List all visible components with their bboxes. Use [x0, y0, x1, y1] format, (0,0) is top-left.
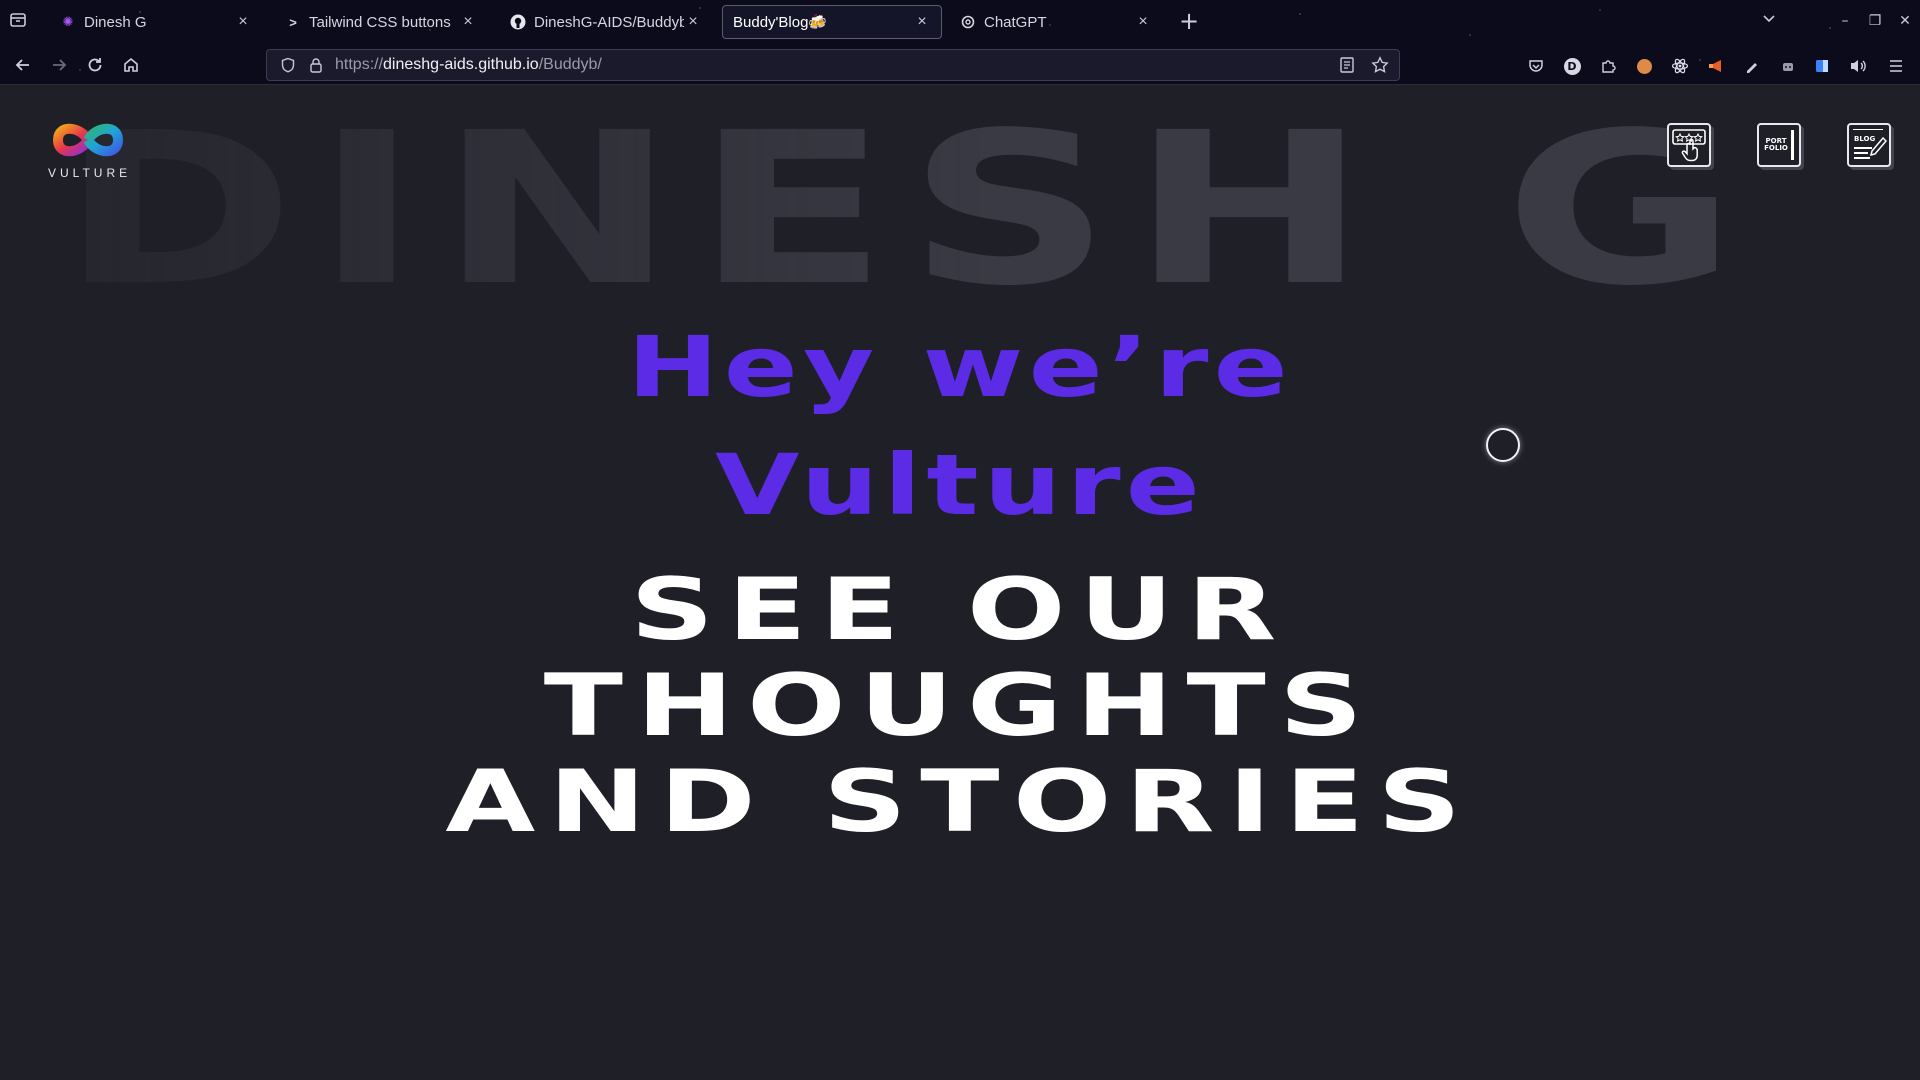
url-actions: [1339, 56, 1389, 74]
github-icon: [510, 14, 526, 30]
portfolio-icon-label: PORT FOLIO: [1764, 136, 1788, 152]
headline-line-3: AND STORIES: [445, 752, 1475, 852]
tab-title: ChatGPT: [984, 13, 1047, 31]
url-scheme: https://: [335, 56, 384, 73]
megaphone-extension-icon[interactable]: [1706, 56, 1726, 76]
close-icon[interactable]: ×: [1134, 13, 1152, 31]
site-logo[interactable]: VULTURE: [48, 118, 128, 180]
tab-title: Tailwind CSS buttons: [309, 13, 451, 31]
logo-text: VULTURE: [48, 166, 132, 180]
hero-brand-name: Vulture: [714, 436, 1206, 534]
close-icon[interactable]: ×: [459, 13, 477, 31]
forward-button[interactable]: [47, 53, 71, 77]
arrow-left-icon: [15, 59, 29, 71]
minimize-button[interactable]: –: [1834, 10, 1856, 32]
browser-chrome: ✺ Dinesh G × > Tailwind CSS buttons × Di…: [0, 0, 1920, 85]
home-icon: [124, 57, 138, 72]
speaker-icon[interactable]: [1848, 56, 1868, 76]
home-button[interactable]: [119, 53, 143, 77]
pocket-icon[interactable]: [1526, 56, 1546, 76]
terminal-prompt-icon: >: [289, 14, 297, 30]
robot-extension-icon[interactable]: [1778, 56, 1798, 76]
extensions-puzzle-icon[interactable]: [1598, 56, 1618, 76]
tab-dinesh-g[interactable]: ✺ Dinesh G ×: [50, 5, 262, 39]
tab-bar: ✺ Dinesh G × > Tailwind CSS buttons × Di…: [0, 0, 1920, 44]
url-path: /Buddyb/: [538, 56, 602, 73]
lock-icon[interactable]: [307, 56, 325, 74]
shield-icon[interactable]: [279, 56, 297, 74]
account-d-icon[interactable]: D: [1562, 56, 1582, 76]
bookmark-star-icon[interactable]: [1371, 56, 1389, 74]
cookie-extension-icon[interactable]: [1634, 56, 1654, 76]
url-host: dineshg-aids.github.io: [383, 56, 539, 73]
page-content: DINESH G VULTURE PORT FOLIO BLOG Hey we’…: [0, 85, 1920, 1080]
infinity-logo-icon: [52, 123, 124, 157]
hamburger-menu-icon[interactable]: [1886, 56, 1906, 76]
headline-line-2: THOUGHTS: [543, 656, 1377, 756]
tab-title: Dinesh G: [84, 13, 147, 31]
close-icon[interactable]: ×: [913, 13, 931, 31]
tab-tailwind-buttons[interactable]: > Tailwind CSS buttons ×: [275, 5, 487, 39]
reader-view-icon[interactable]: [1339, 56, 1355, 74]
url-bar[interactable]: https://dineshg-aids.github.io/Buddyb/: [266, 49, 1400, 81]
close-icon[interactable]: ×: [234, 13, 252, 31]
color-picker-icon[interactable]: [1742, 56, 1762, 76]
blog-icon[interactable]: BLOG: [1847, 123, 1891, 167]
reload-button[interactable]: [83, 53, 107, 77]
back-button[interactable]: [11, 53, 35, 77]
portfolio-icon[interactable]: PORT FOLIO: [1757, 123, 1801, 167]
restore-button[interactable]: ❐: [1864, 10, 1886, 32]
chevron-down-icon: [1763, 15, 1775, 23]
close-window-button[interactable]: ✕: [1894, 10, 1916, 32]
tab-github-repo[interactable]: DineshG-AIDS/Buddyb ×: [500, 5, 712, 39]
nav-bar: https://dineshg-aids.github.io/Buddyb/ D: [0, 46, 1920, 84]
sidebar-panel-icon[interactable]: [1812, 56, 1832, 76]
tab-buddy-blog[interactable]: Buddy'Blog🍻 ×: [722, 5, 942, 39]
background-title-text: DINESH G: [60, 87, 1756, 332]
hero-greeting: Hey we’re: [627, 318, 1293, 416]
headline-line-1: SEE OUR: [630, 560, 1290, 660]
arrow-right-icon: [53, 59, 67, 71]
tab-title: Buddy'Blog🍻: [733, 14, 828, 31]
brain-icon: ✺: [62, 14, 74, 29]
tab-chatgpt[interactable]: ChatGPT ×: [950, 5, 1162, 39]
rating-hand-icon[interactable]: [1667, 123, 1711, 167]
new-tab-button[interactable]: +: [1176, 9, 1202, 35]
close-icon[interactable]: ×: [684, 13, 702, 31]
tab-title: DineshG-AIDS/Buddyb: [534, 13, 684, 31]
url-text[interactable]: https://dineshg-aids.github.io/Buddyb/: [335, 56, 602, 74]
openai-icon: [960, 14, 976, 30]
reload-icon: [88, 58, 102, 72]
list-all-tabs-button[interactable]: [1758, 10, 1780, 32]
react-devtools-icon[interactable]: [1670, 56, 1690, 76]
tab-list-icon: [10, 13, 26, 27]
tab-list-button[interactable]: [8, 10, 32, 34]
